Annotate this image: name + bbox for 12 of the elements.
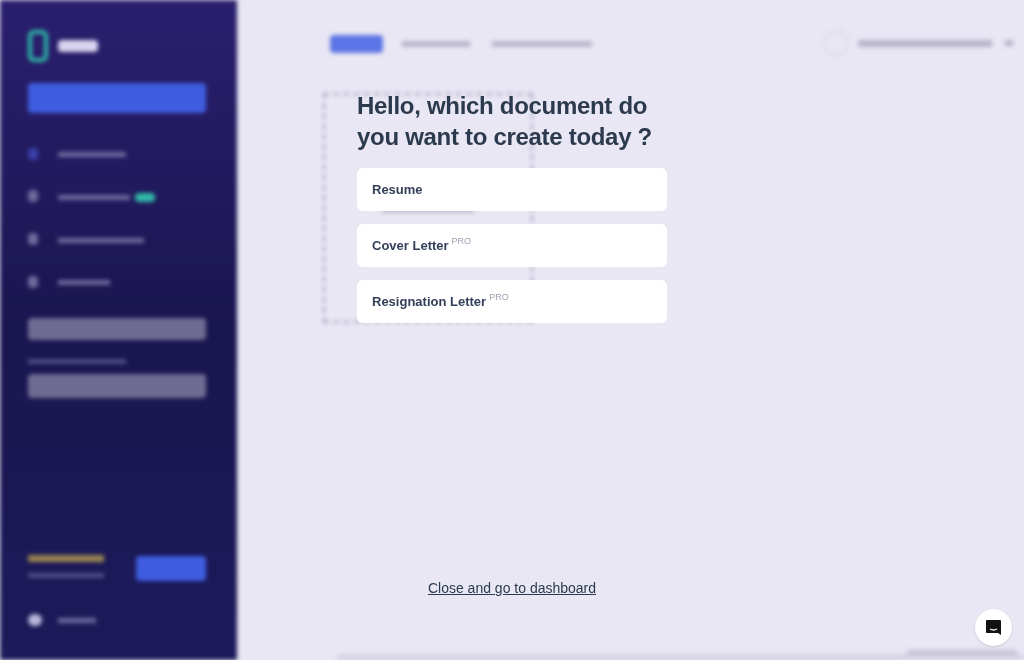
document-option[interactable]: Resume — [357, 168, 667, 211]
chat-button[interactable] — [975, 609, 1012, 646]
document-option[interactable]: Cover Letter PRO — [357, 224, 667, 267]
chat-icon — [985, 619, 1002, 636]
pro-tag: PRO — [489, 291, 509, 305]
close-link[interactable]: Close and go to dashboard — [427, 578, 597, 599]
pro-tag: PRO — [451, 235, 472, 249]
option-label: Resignation Letter — [372, 292, 487, 311]
dialog-heading: Hello, which document do you want to create today ? — [357, 91, 653, 152]
document-option[interactable]: Resignation Letter PRO — [357, 280, 667, 323]
option-label: Resume — [372, 180, 423, 199]
option-label: Cover Letter — [372, 236, 449, 255]
